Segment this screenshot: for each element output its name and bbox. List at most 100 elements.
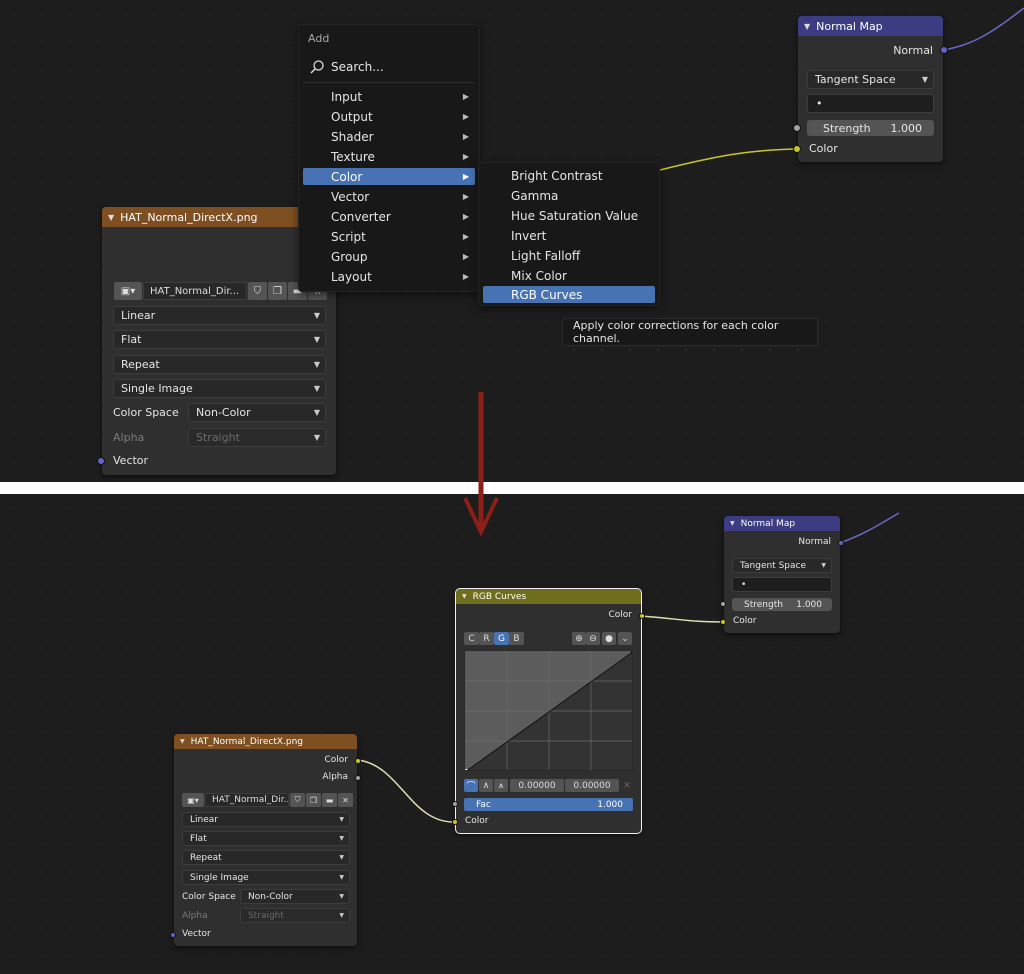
menu-item-shader[interactable]: Shader ▶ <box>303 128 475 145</box>
open-folder-icon[interactable]: ▬ <box>322 793 337 807</box>
collapse-chevron-icon[interactable]: ▼ <box>804 22 810 31</box>
normal-output-socket[interactable] <box>838 540 844 546</box>
collapse-chevron-icon[interactable]: ▼ <box>462 593 467 600</box>
normal-map-node[interactable]: ▼ Normal Map Normal Tangent Space ▼ • Stre… <box>793 16 948 162</box>
menu-item-input[interactable]: Input ▶ <box>303 88 475 105</box>
menu-item-label: Group <box>331 249 368 264</box>
menu-item-texture[interactable]: Texture ▶ <box>303 148 475 165</box>
menu-item-color[interactable]: Color ▶ <box>303 168 475 185</box>
add-menu[interactable]: Add Search... Input ▶ Output ▶ Shader ▶ Tex… <box>298 24 480 292</box>
channel-tab-r[interactable]: R <box>479 632 494 645</box>
space-value: Tangent Space <box>740 560 806 571</box>
source-dropdown[interactable]: Single Image ▼ <box>182 870 350 885</box>
menu-item-gamma[interactable]: Gamma <box>483 187 655 204</box>
uv-map-field[interactable]: • <box>807 94 934 113</box>
image-selector[interactable]: ▣▾ HAT_Normal_Dir... ⛉ ❐ ▬ ∧ <box>114 282 328 300</box>
color-space-dropdown[interactable]: Non-Color ▼ <box>188 403 326 422</box>
menu-item-hue-saturation-value[interactable]: Hue Saturation Value <box>483 207 655 224</box>
menu-item-output[interactable]: Output ▶ <box>303 108 475 125</box>
image-node-header[interactable]: ▼ HAT_Normal_DirectX.png <box>174 734 357 749</box>
normal-output-socket[interactable] <box>940 46 948 54</box>
search-item[interactable]: Search... <box>309 59 384 75</box>
alpha-output-socket[interactable] <box>355 775 361 781</box>
menu-item-rgb-curves[interactable]: RGB Curves <box>483 286 655 303</box>
menu-item-invert[interactable]: Invert <box>483 227 655 244</box>
curve-graph[interactable] <box>464 650 633 771</box>
fake-user-shield-icon[interactable]: ⛉ <box>290 793 305 807</box>
projection-dropdown[interactable]: Flat ▼ <box>113 330 326 349</box>
color-output-socket[interactable] <box>639 613 645 619</box>
strength-input-socket[interactable] <box>793 124 801 132</box>
menu-item-mix-color[interactable]: Mix Color <box>483 267 655 284</box>
rgb-curves-node[interactable]: ▼ RGB Curves Color C R G B ⊕ ⊖ ● ⌄ ⌒ ∧ ⩚ <box>452 588 645 834</box>
vector-input-socket[interactable] <box>170 932 176 938</box>
vector-input-socket[interactable] <box>97 457 105 465</box>
menu-item-bright-contrast[interactable]: Bright Contrast <box>483 167 655 184</box>
color-submenu[interactable]: Bright Contrast Gamma Hue Saturation Val… <box>478 162 660 306</box>
interpolation-dropdown[interactable]: Linear ▼ <box>182 812 350 827</box>
fac-input-socket[interactable] <box>452 801 458 807</box>
color-input-socket[interactable] <box>720 619 726 625</box>
channel-tab-b[interactable]: B <box>509 632 524 645</box>
extension-dropdown[interactable]: Repeat ▼ <box>182 850 350 865</box>
strength-field[interactable]: Strength 1.000 <box>807 120 934 136</box>
node-editor-before[interactable]: ▼ HAT_Normal_DirectX.png ▣▾ HAT_Normal_Di… <box>0 0 1024 482</box>
color-input-label: Color <box>465 816 489 826</box>
close-icon[interactable]: ✕ <box>338 793 353 807</box>
menu-item-layout[interactable]: Layout ▶ <box>303 268 475 285</box>
source-dropdown[interactable]: Single Image ▼ <box>113 379 326 398</box>
image-selector[interactable]: ▣▾ HAT_Normal_Dir... ⛉ ❐ ▬ ✕ <box>182 793 354 807</box>
vector-handle-icon[interactable]: ∧ <box>479 779 493 792</box>
duplicate-icon[interactable]: ❐ <box>268 282 287 300</box>
space-dropdown[interactable]: Tangent Space ▼ <box>807 70 934 89</box>
collapse-chevron-icon[interactable]: ▼ <box>730 520 735 527</box>
free-handle-icon[interactable]: ⩚ <box>494 779 508 792</box>
image-name-field[interactable]: HAT_Normal_Dir... <box>143 282 247 300</box>
fake-user-shield-icon[interactable]: ⛉ <box>248 282 267 300</box>
node-editor-after[interactable]: ▼ Normal Map Normal Tangent Space ▼ • Stre… <box>0 494 1024 974</box>
dot-options-icon[interactable]: ● <box>602 632 616 645</box>
menu-item-converter[interactable]: Converter ▶ <box>303 208 475 225</box>
menu-item-script[interactable]: Script ▶ <box>303 228 475 245</box>
channel-tab-g[interactable]: G <box>494 632 509 645</box>
strength-input-socket[interactable] <box>720 601 726 607</box>
color-space-dropdown[interactable]: Non-Color ▼ <box>240 889 350 904</box>
chevron-down-icon[interactable]: ⌄ <box>618 632 632 645</box>
normal-map-header[interactable]: ▼ Normal Map <box>798 16 943 36</box>
collapse-chevron-icon[interactable]: ▼ <box>180 738 185 745</box>
rgb-curves-header[interactable]: ▼ RGB Curves <box>456 589 641 604</box>
zoom-in-icon[interactable]: ⊕ <box>572 632 586 645</box>
image-browse-icon[interactable]: ▣▾ <box>182 793 204 807</box>
strength-field[interactable]: Strength 1.000 <box>732 598 832 611</box>
fac-slider[interactable]: Fac 1.000 <box>464 798 633 811</box>
color-input-socket[interactable] <box>793 145 801 153</box>
point-x-field[interactable]: 0.00000 <box>510 779 564 792</box>
color-output-socket[interactable] <box>355 758 361 764</box>
point-y-field[interactable]: 0.00000 <box>565 779 619 792</box>
color-input-socket[interactable] <box>452 819 458 825</box>
image-texture-node[interactable]: ▼ HAT_Normal_DirectX.png Color Alpha ▣▾ H… <box>170 734 361 946</box>
image-name-field[interactable]: HAT_Normal_Dir... <box>205 793 289 807</box>
interpolation-dropdown[interactable]: Linear ▼ <box>113 306 326 325</box>
vector-input-label: Vector <box>113 454 149 467</box>
menu-item-light-falloff[interactable]: Light Falloff <box>483 247 655 264</box>
normal-map-header[interactable]: ▼ Normal Map <box>724 516 840 531</box>
space-dropdown[interactable]: Tangent Space ▼ <box>732 558 832 573</box>
extension-dropdown[interactable]: Repeat ▼ <box>113 355 326 374</box>
image-browse-icon[interactable]: ▣▾ <box>114 282 142 300</box>
menu-item-group[interactable]: Group ▶ <box>303 248 475 265</box>
uv-map-field[interactable]: • <box>732 577 832 592</box>
menu-item-label: Vector <box>331 189 370 204</box>
image-node-title: HAT_Normal_DirectX.png <box>190 736 304 747</box>
zoom-out-icon[interactable]: ⊖ <box>586 632 600 645</box>
menu-item-label: Input <box>331 89 363 104</box>
delete-point-icon[interactable]: ✕ <box>620 779 634 792</box>
duplicate-icon[interactable]: ❐ <box>306 793 321 807</box>
submenu-arrow-icon: ▶ <box>462 192 469 201</box>
normal-map-node[interactable]: ▼ Normal Map Normal Tangent Space ▼ • Stre… <box>720 516 844 633</box>
projection-dropdown[interactable]: Flat ▼ <box>182 831 350 846</box>
collapse-chevron-icon[interactable]: ▼ <box>108 213 114 222</box>
channel-tab-c[interactable]: C <box>464 632 479 645</box>
menu-item-vector[interactable]: Vector ▶ <box>303 188 475 205</box>
auto-handle-icon[interactable]: ⌒ <box>464 779 478 792</box>
